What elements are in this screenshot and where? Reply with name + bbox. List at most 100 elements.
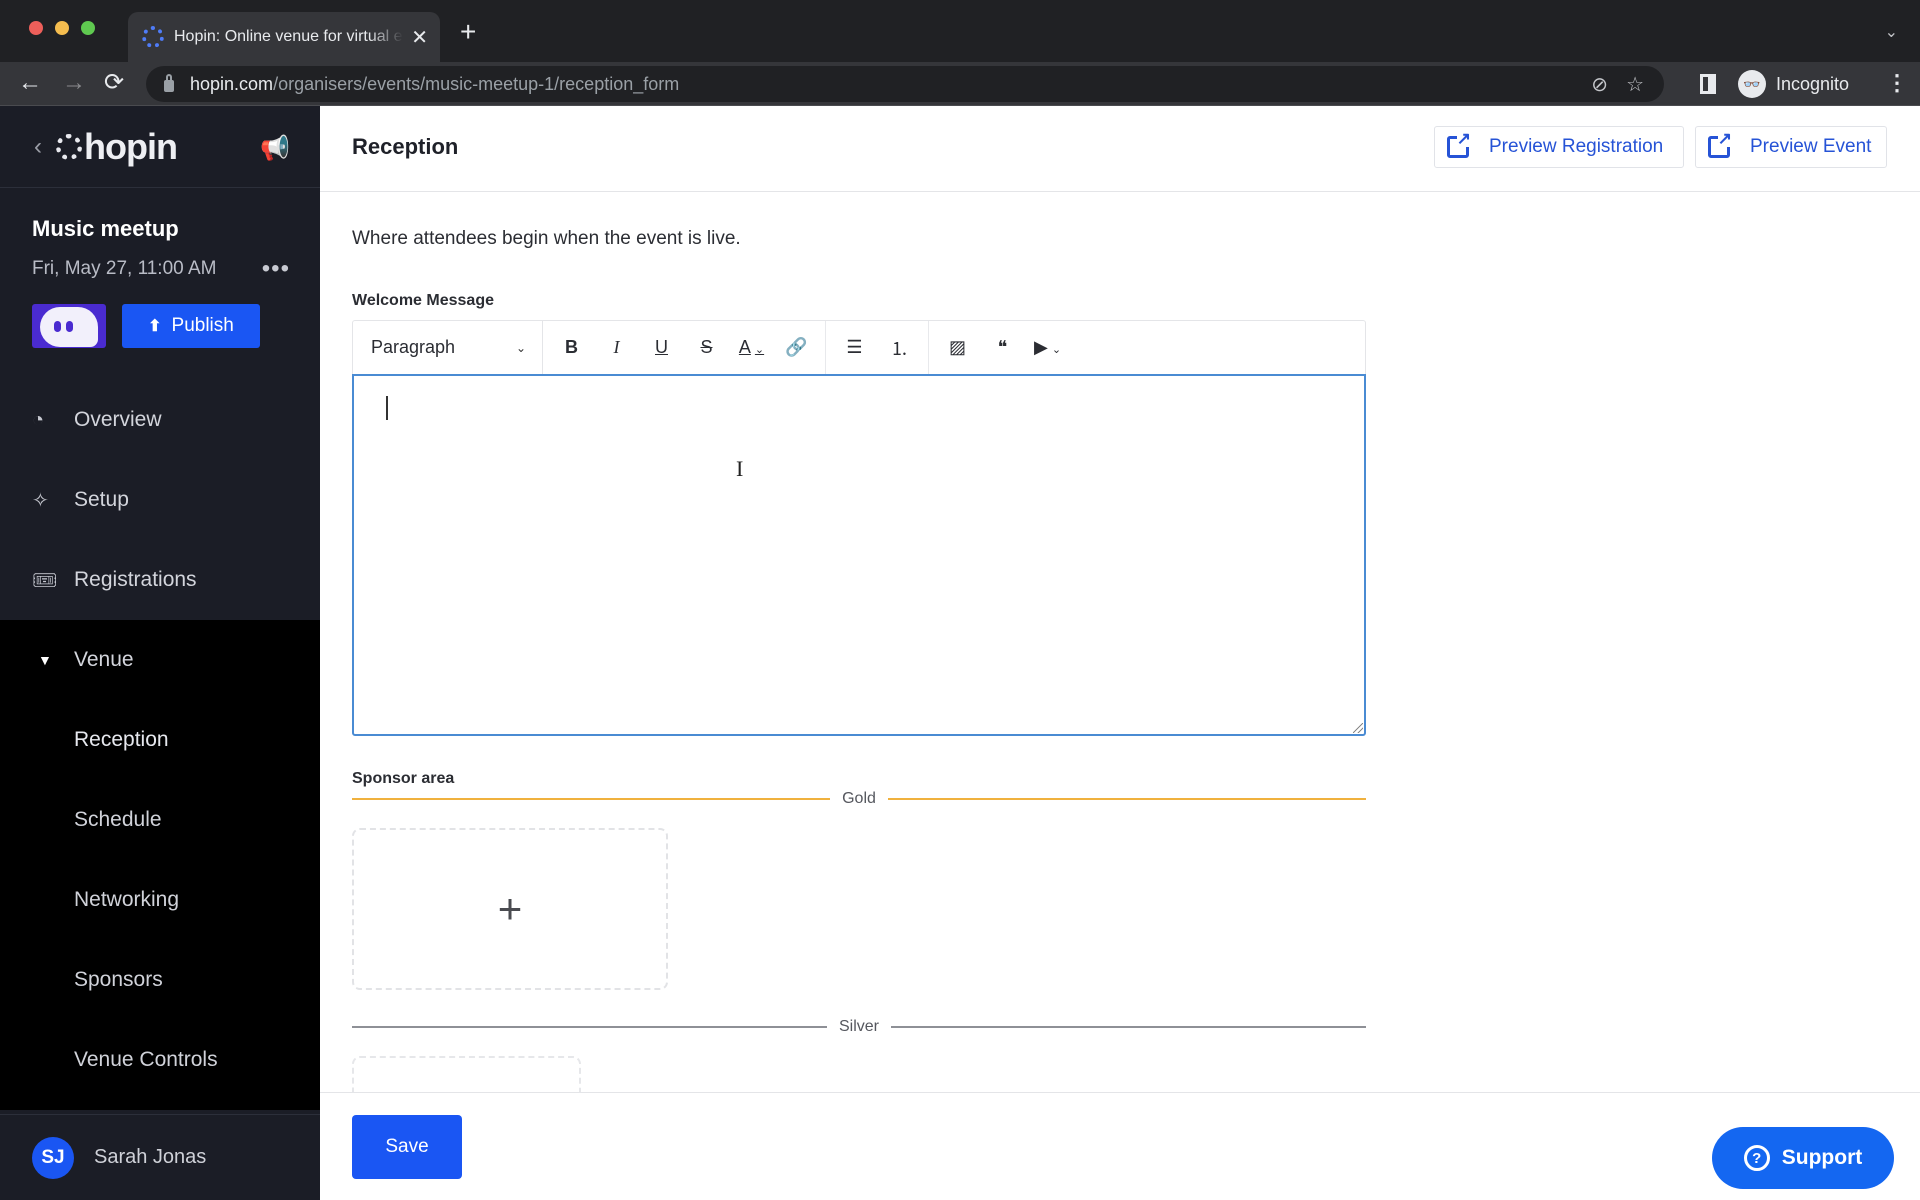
quote-icon[interactable]: ❝	[980, 337, 1025, 358]
italic-icon[interactable]: I	[594, 337, 639, 358]
strikethrough-icon[interactable]: S	[684, 337, 729, 358]
forward-arrow-icon[interactable]: →	[62, 70, 86, 96]
gold-tier-label: Gold	[842, 790, 876, 807]
url-path: /organisers/events/music-meetup-1/recept…	[273, 73, 680, 94]
sidebar-item-schedule[interactable]: Schedule	[0, 780, 320, 860]
hopin-logo-icon	[56, 133, 82, 160]
caret-down-icon: ▼	[38, 652, 52, 668]
main-content: Reception Preview Registration Preview E…	[320, 106, 1920, 1200]
tab-search-icon[interactable]: ⌄	[1885, 22, 1898, 42]
sidebar-header: ‹ hopin 📢	[0, 106, 320, 188]
publish-button[interactable]: ⬆ Publish	[122, 304, 260, 348]
url-host: hopin.com	[190, 73, 274, 94]
sidebar-item-setup[interactable]: ✧ Setup	[0, 460, 320, 540]
preview-registration-label: Preview Registration	[1489, 136, 1664, 157]
text-color-glyph: A	[738, 337, 751, 357]
event-name: Music meetup	[32, 216, 179, 241]
event-date-row: Fri, May 27, 11:00 AM •••	[0, 242, 320, 281]
sidebar-item-label: Venue	[74, 648, 134, 671]
sidebar-item-registrations[interactable]: 🎟 Registrations	[0, 540, 320, 620]
link-icon[interactable]: 🔗	[774, 337, 819, 358]
browser-toolbar: ← → ⟳ hopin.com/organisers/events/music-…	[0, 62, 1920, 106]
underline-icon[interactable]: U	[639, 337, 684, 358]
divider-line	[352, 798, 831, 800]
browser-tab[interactable]: Hopin: Online venue for virtual events ✕	[128, 12, 440, 62]
page-description: Where attendees begin when the event is …	[352, 228, 741, 249]
preview-registration-button[interactable]: Preview Registration	[1434, 126, 1684, 168]
sidebar-item-label: Registrations	[74, 568, 197, 591]
eye-off-icon[interactable]: ⊘	[1591, 72, 1608, 97]
add-silver-sponsor-button[interactable]	[352, 1056, 581, 1096]
support-label: Support	[1781, 1146, 1863, 1169]
sidebar-item-networking[interactable]: Networking	[0, 860, 320, 940]
support-button[interactable]: ? Support	[1712, 1127, 1894, 1189]
gold-tier-divider: Gold	[352, 790, 1367, 808]
sidebar-item-label: Setup	[74, 488, 129, 511]
form-footer: Save ? Support	[320, 1092, 1920, 1200]
event-date: Fri, May 27, 11:00 AM	[32, 258, 217, 279]
browser-tab-bar: Hopin: Online venue for virtual events ✕…	[0, 0, 1920, 62]
sponsor-area-label: Sponsor area	[352, 770, 455, 787]
text-caret	[386, 396, 388, 420]
divider-line	[352, 1026, 827, 1028]
image-icon[interactable]: ▨	[935, 337, 980, 358]
new-tab-button[interactable]: +	[460, 16, 476, 48]
incognito-label: Incognito	[1776, 73, 1850, 94]
chevron-down-icon: ⌄	[754, 344, 765, 356]
ticket-icon: 🎟	[32, 569, 58, 592]
more-options-icon[interactable]: •••	[262, 257, 290, 281]
divider-line	[887, 798, 1367, 800]
insert-group: ▨ ❝ ▶ ⌄	[929, 321, 1076, 374]
tab-title: Hopin: Online venue for virtual events	[174, 28, 403, 45]
sidebar-nav: ◔ Overview ✧ Setup 🎟 Registrations ▼ Ven…	[0, 380, 320, 1110]
preview-event-button[interactable]: Preview Event	[1695, 126, 1887, 168]
welcome-message-input[interactable]: I	[352, 374, 1366, 736]
back-chevron-icon[interactable]: ‹	[34, 133, 42, 161]
numbered-list-icon[interactable]: ⒈	[877, 335, 922, 361]
reload-icon[interactable]: ⟳	[104, 70, 124, 96]
divider-line	[891, 1026, 1367, 1028]
sidebar-item-label: Overview	[74, 408, 162, 431]
sidebar-item-reception[interactable]: Reception	[0, 700, 320, 780]
resize-handle[interactable]	[1353, 723, 1363, 733]
help-circle-icon: ?	[1743, 1145, 1770, 1171]
event-logo-ghost-icon[interactable]	[32, 304, 106, 348]
back-arrow-icon[interactable]: ←	[18, 70, 42, 96]
avatar: SJ	[32, 1136, 74, 1179]
media-glyph: ▶	[1033, 337, 1048, 357]
block-format-value: Paragraph	[371, 337, 456, 357]
text-color-icon[interactable]: A ⌄	[729, 337, 774, 358]
media-embed-icon[interactable]: ▶ ⌄	[1025, 337, 1070, 358]
magic-wand-icon: ✧	[32, 489, 49, 512]
user-profile[interactable]: SJ Sarah Jonas	[0, 1114, 320, 1200]
sidebar: ‹ hopin 📢 Music meetup Fri, May 27, 11:0…	[0, 106, 320, 1200]
block-format-select[interactable]: Paragraph ⌄	[353, 321, 543, 374]
maximize-window-button[interactable]	[81, 21, 95, 35]
preview-event-label: Preview Event	[1750, 136, 1872, 157]
welcome-message-editor: Paragraph ⌄ B I U S A ⌄ 🔗 ☰ ⒈ ▨ ❝ ▶ ⌄ I	[352, 320, 1366, 736]
sidebar-item-venue[interactable]: ▼ Venue	[0, 620, 320, 700]
megaphone-icon[interactable]: 📢	[260, 134, 290, 163]
editor-toolbar: Paragraph ⌄ B I U S A ⌄ 🔗 ☰ ⒈ ▨ ❝ ▶ ⌄	[352, 320, 1366, 374]
publish-label: Publish	[171, 315, 234, 336]
bold-icon[interactable]: B	[549, 337, 594, 358]
sidebar-item-overview[interactable]: ◔ Overview	[0, 380, 320, 460]
minimize-window-button[interactable]	[55, 21, 69, 35]
sidebar-item-venue-controls[interactable]: Venue Controls	[0, 1020, 320, 1100]
lock-icon[interactable]	[164, 74, 174, 92]
address-bar[interactable]: hopin.com/organisers/events/music-meetup…	[146, 66, 1664, 102]
bookmark-star-icon[interactable]: ☆	[1626, 72, 1644, 97]
sidebar-item-sponsors[interactable]: Sponsors	[0, 940, 320, 1020]
hopin-logo[interactable]: hopin	[84, 126, 178, 168]
add-gold-sponsor-button[interactable]: +	[352, 828, 668, 990]
close-tab-icon[interactable]: ✕	[411, 25, 428, 50]
external-link-icon	[1708, 130, 1732, 158]
incognito-profile-button[interactable]: 👓 Incognito	[1738, 66, 1849, 102]
user-name: Sarah Jonas	[94, 1146, 207, 1168]
bullet-list-icon[interactable]: ☰	[832, 337, 877, 358]
silver-tier-divider: Silver	[352, 1018, 1367, 1036]
close-window-button[interactable]	[29, 21, 43, 35]
browser-menu-icon[interactable]: ⋮	[1886, 70, 1908, 96]
side-panel-icon[interactable]	[1700, 74, 1716, 94]
save-button[interactable]: Save	[352, 1115, 462, 1179]
